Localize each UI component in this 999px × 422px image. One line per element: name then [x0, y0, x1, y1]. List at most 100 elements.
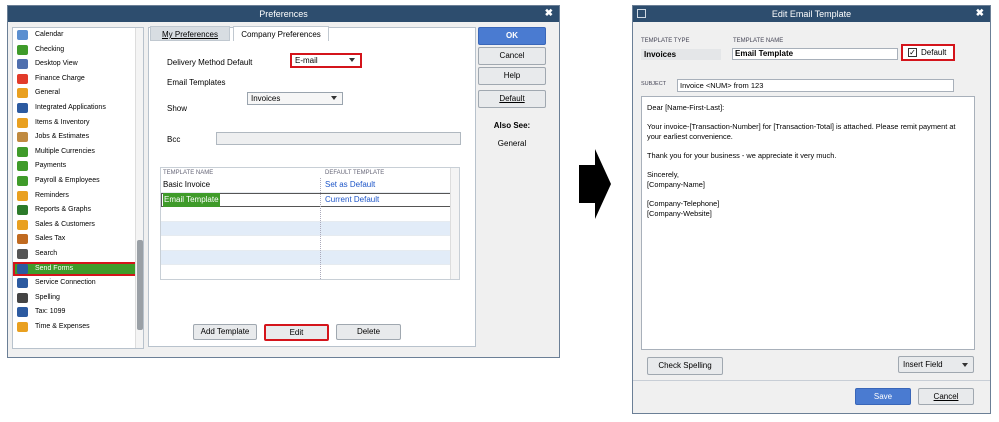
sidebar-item[interactable]: Reminders: [13, 189, 143, 204]
email-body-line: [Company-Telephone]: [647, 198, 720, 208]
checkbox-checked-icon[interactable]: ✓: [908, 48, 917, 57]
template-name-label: TEMPLATE NAME: [733, 38, 784, 44]
sidebar-item-icon: [17, 263, 28, 274]
sidebar-item-icon: [17, 30, 28, 40]
help-button[interactable]: Help: [478, 67, 546, 85]
sidebar-item[interactable]: Jobs & Estimates: [13, 130, 143, 145]
sidebar-item[interactable]: Payments: [13, 159, 143, 174]
ok-button[interactable]: OK: [478, 27, 546, 45]
sidebar-item-label: Payments: [35, 162, 67, 170]
sidebar-item-label: Sales & Customers: [35, 220, 95, 228]
close-icon[interactable]: ✖: [976, 6, 984, 22]
show-dropdown[interactable]: Invoices: [247, 92, 343, 105]
window-title: Edit Email Template: [771, 9, 852, 19]
sidebar-item-icon: [17, 44, 28, 55]
footer-divider: [633, 380, 990, 381]
table-row[interactable]: Basic Invoice Set as Default: [161, 178, 459, 193]
table-scrollbar[interactable]: [450, 168, 459, 279]
delivery-method-dropdown[interactable]: E-mail: [290, 53, 362, 68]
default-checkbox-label: Default: [921, 48, 947, 57]
default-checkbox-container[interactable]: ✓ Default: [901, 44, 955, 61]
sidebar-item[interactable]: Calendar: [13, 28, 143, 43]
sidebar-item-icon: [17, 292, 28, 303]
preferences-sidebar: Calendar Checking Desktop View Finance Char…: [12, 27, 144, 349]
sidebar-item-label: Reminders: [35, 191, 69, 199]
sidebar-item[interactable]: Search: [13, 247, 143, 262]
sidebar-item-icon: [17, 146, 28, 157]
tab-company-preferences[interactable]: Company Preferences: [233, 26, 329, 41]
sidebar-item-label: Time & Expenses: [35, 322, 90, 330]
chevron-down-icon: [349, 58, 355, 62]
bcc-label: Bcc: [167, 135, 181, 144]
email-body-line: [647, 161, 969, 171]
edit-email-template-window: Edit Email Template ✖ TEMPLATE TYPE Invo…: [632, 5, 991, 414]
email-body-line: your earliest convenience.: [647, 131, 733, 141]
bcc-input[interactable]: [216, 132, 461, 145]
cancel-button[interactable]: Cancel: [918, 388, 974, 405]
sidebar-item-icon: [17, 161, 28, 172]
sidebar-item-icon: [17, 88, 28, 99]
template-name-cell: Email Template: [163, 192, 220, 207]
edit-template-titlebar: Edit Email Template ✖: [633, 6, 990, 22]
table-row-empty: [161, 250, 459, 265]
email-templates-label: Email Templates: [167, 78, 226, 87]
table-header: TEMPLATE NAME DEFAULT TEMPLATE: [161, 168, 459, 178]
tab-my-preferences[interactable]: My Preferences: [150, 26, 230, 41]
table-row-empty: [161, 221, 459, 236]
sidebar-item[interactable]: General: [13, 86, 143, 101]
save-button[interactable]: Save: [855, 388, 911, 405]
sidebar-item[interactable]: Desktop View: [13, 57, 143, 72]
sidebar-item[interactable]: Service Connection: [13, 276, 143, 291]
sidebar-item[interactable]: Send Forms: [13, 261, 143, 277]
sidebar-item-label: Payroll & Employees: [35, 176, 100, 184]
sidebar-item-icon: [17, 234, 28, 245]
subject-input[interactable]: Invoice <NUM> from 123: [677, 79, 954, 92]
sidebar-item[interactable]: Spelling: [13, 291, 143, 306]
email-body-textarea[interactable]: Dear [Name-First-Last]: Your invoice-[Tra…: [641, 96, 975, 350]
sidebar-item-label: Search: [35, 249, 58, 257]
template-type-label: TEMPLATE TYPE: [641, 38, 690, 44]
check-spelling-button[interactable]: Check Spelling: [647, 357, 723, 375]
sidebar-scrollbar[interactable]: [135, 28, 143, 348]
templates-table: TEMPLATE NAME DEFAULT TEMPLATE Basic Inv…: [160, 167, 460, 280]
template-name-input[interactable]: Email Template: [732, 48, 898, 60]
preferences-window: Preferences ✖ Calendar Checking Desktop Vi…: [7, 5, 560, 358]
table-row-empty: [161, 236, 459, 251]
table-row-selected[interactable]: Email Template Current Default: [161, 192, 459, 207]
preferences-panel: My Preferences Company Preferences Deliv…: [148, 26, 476, 347]
close-icon[interactable]: ✖: [545, 6, 553, 22]
scrollbar-thumb[interactable]: [137, 240, 143, 330]
insert-field-dropdown[interactable]: Insert Field: [898, 356, 974, 373]
sidebar-item[interactable]: Tax: 1099: [13, 305, 143, 320]
sidebar-item[interactable]: Finance Charge: [13, 72, 143, 87]
email-body-line: Your invoice-[Transaction-Number] for [T…: [647, 122, 956, 132]
sidebar-item[interactable]: Integrated Applications: [13, 101, 143, 116]
sidebar-item-icon: [17, 175, 28, 186]
sidebar-item[interactable]: Reports & Graphs: [13, 203, 143, 218]
sidebar-item-label: Send Forms: [35, 264, 74, 272]
sidebar-item-label: General: [35, 89, 60, 97]
sidebar-item[interactable]: Payroll & Employees: [13, 174, 143, 189]
email-body-line: [647, 113, 969, 123]
add-template-button[interactable]: Add Template: [193, 324, 257, 340]
column-header-template: TEMPLATE NAME: [163, 170, 214, 176]
default-button[interactable]: Default: [478, 90, 546, 108]
sidebar-item[interactable]: Multiple Currencies: [13, 145, 143, 160]
delete-button[interactable]: Delete: [336, 324, 401, 340]
edit-button[interactable]: Edit: [264, 324, 329, 341]
default-template-cell[interactable]: Set as Default: [325, 178, 375, 193]
sidebar-item[interactable]: Checking: [13, 43, 143, 58]
sidebar-item[interactable]: Sales & Customers: [13, 218, 143, 233]
sidebar-item-label: Items & Inventory: [35, 118, 90, 126]
sidebar-item[interactable]: Time & Expenses: [13, 320, 143, 335]
delivery-method-label: Delivery Method Default: [167, 58, 253, 67]
cancel-button[interactable]: Cancel: [478, 47, 546, 65]
sidebar-item-icon: [17, 59, 28, 70]
email-body-line: [647, 141, 969, 151]
arrow-right-icon: [579, 149, 611, 219]
sidebar-item-label: Tax: 1099: [35, 308, 66, 316]
sidebar-item[interactable]: Sales Tax: [13, 232, 143, 247]
also-see-general-link[interactable]: General: [478, 139, 546, 148]
show-label: Show: [167, 104, 188, 113]
sidebar-item[interactable]: Items & Inventory: [13, 116, 143, 131]
